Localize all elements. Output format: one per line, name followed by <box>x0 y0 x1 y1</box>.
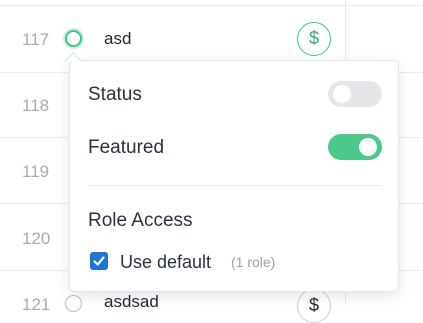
row-select-radio[interactable] <box>65 30 82 47</box>
row-settings-popover: Status Featured Role Access Use default … <box>69 60 399 292</box>
dollar-icon[interactable]: $ <box>297 22 331 56</box>
row-number: 117 <box>22 30 50 49</box>
popover-caret-fill <box>65 54 81 62</box>
row-number: 120 <box>22 229 51 248</box>
row-name: asd <box>104 29 132 48</box>
dollar-icon[interactable]: $ <box>297 289 331 323</box>
row-number: 118 <box>22 96 50 115</box>
status-label: Status <box>88 84 142 105</box>
status-toggle[interactable] <box>328 81 382 107</box>
row-number: 119 <box>22 162 50 181</box>
featured-label: Featured <box>88 137 165 158</box>
row-select-radio[interactable] <box>65 295 82 312</box>
role-access-heading: Role Access <box>88 210 193 231</box>
use-default-label[interactable]: Use default <box>120 252 211 273</box>
row-name: asdsad <box>104 292 159 311</box>
row-number: 121 <box>22 295 51 314</box>
role-count-hint: (1 role) <box>231 254 276 270</box>
toggle-knob <box>359 138 377 156</box>
featured-toggle[interactable] <box>328 134 382 160</box>
checkmark-icon <box>93 256 105 266</box>
section-divider <box>88 185 382 186</box>
toggle-knob <box>333 85 351 103</box>
row-divider <box>0 5 423 6</box>
use-default-checkbox[interactable] <box>90 252 108 270</box>
